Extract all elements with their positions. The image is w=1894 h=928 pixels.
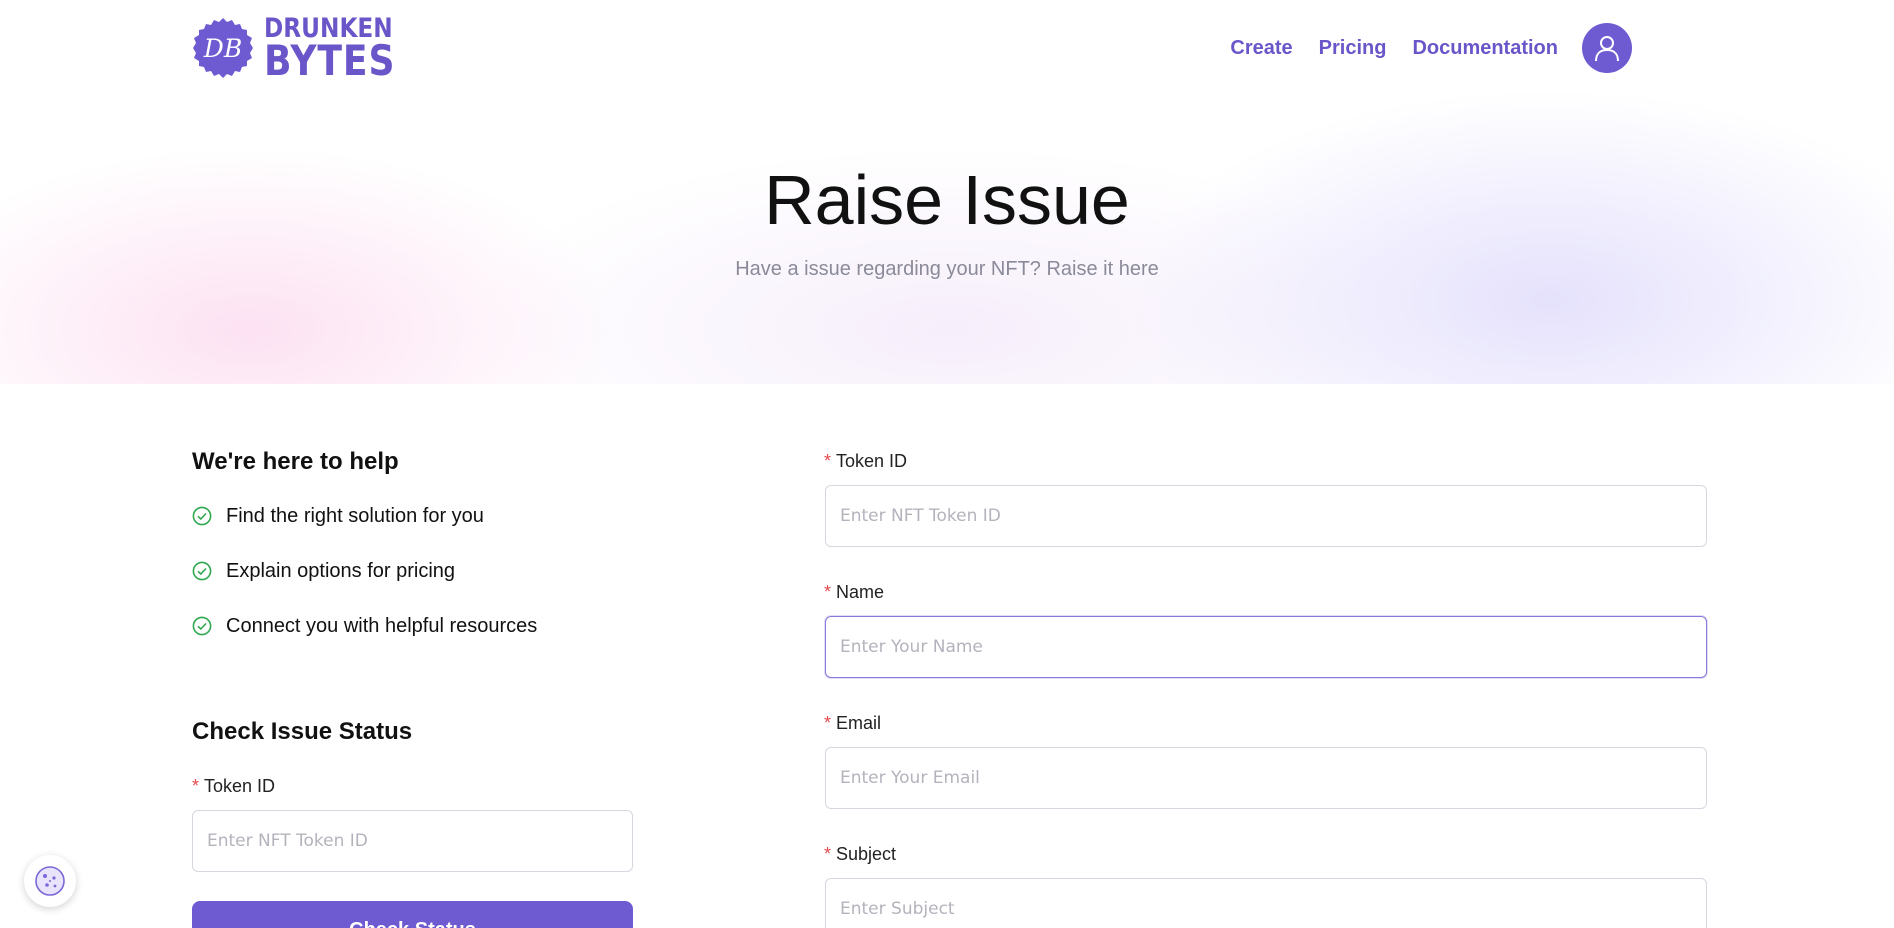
required-mark: *: [824, 844, 832, 864]
check-circle-icon: [192, 561, 212, 581]
cookie-settings-button[interactable]: [24, 855, 76, 907]
required-mark: *: [824, 582, 832, 602]
email-label: * Email: [824, 713, 881, 734]
help-item-text: Connect you with helpful resources: [226, 614, 538, 637]
subject-input[interactable]: [825, 878, 1707, 928]
check-circle-icon: [192, 616, 212, 636]
user-icon: [1595, 36, 1619, 62]
main-nav: Create Pricing Documentation: [1204, 22, 1632, 74]
token-id-label: * Token ID: [824, 451, 907, 472]
check-status-heading: Check Issue Status: [192, 718, 413, 745]
help-heading: We're here to help: [192, 448, 399, 475]
nav-documentation[interactable]: Documentation: [1412, 37, 1558, 60]
required-mark: *: [192, 776, 200, 796]
check-circle-icon: [192, 506, 212, 526]
page-title: Raise Issue: [764, 161, 1130, 239]
check-status-button[interactable]: Check Status: [192, 901, 633, 928]
user-avatar-button[interactable]: [1582, 23, 1632, 73]
brand-logo[interactable]: DB DRUNKEN BYTES: [192, 15, 417, 85]
help-list: Find the right solution for you Explain …: [192, 502, 537, 667]
name-input[interactable]: [825, 616, 1707, 678]
email-input[interactable]: [825, 747, 1707, 809]
help-item: Connect you with helpful resources: [192, 612, 537, 640]
name-label: * Name: [824, 582, 884, 603]
required-mark: *: [824, 713, 832, 733]
help-item: Explain options for pricing: [192, 557, 537, 585]
cookie-icon: [35, 866, 65, 896]
logo-monogram: DB: [203, 34, 242, 63]
subject-label: * Subject: [824, 844, 896, 865]
help-item-text: Find the right solution for you: [226, 504, 484, 527]
token-id-label-text: Token ID: [836, 451, 908, 471]
nav-pricing[interactable]: Pricing: [1319, 37, 1387, 60]
subject-label-text: Subject: [836, 844, 897, 864]
token-id-input[interactable]: [825, 485, 1707, 547]
db-logo-badge-icon: DB: [193, 18, 253, 78]
logo-line-2: BYTES: [264, 35, 396, 85]
nav-create[interactable]: Create: [1230, 37, 1292, 60]
status-token-input[interactable]: [192, 810, 633, 872]
name-label-text: Name: [836, 582, 885, 602]
required-mark: *: [824, 451, 832, 471]
status-token-label: * Token ID: [192, 776, 275, 797]
help-item: Find the right solution for you: [192, 502, 537, 530]
email-label-text: Email: [836, 713, 882, 733]
help-item-text: Explain options for pricing: [226, 559, 456, 582]
page-subtitle: Have a issue regarding your NFT? Raise i…: [735, 258, 1159, 280]
status-token-label-text: Token ID: [204, 776, 276, 796]
